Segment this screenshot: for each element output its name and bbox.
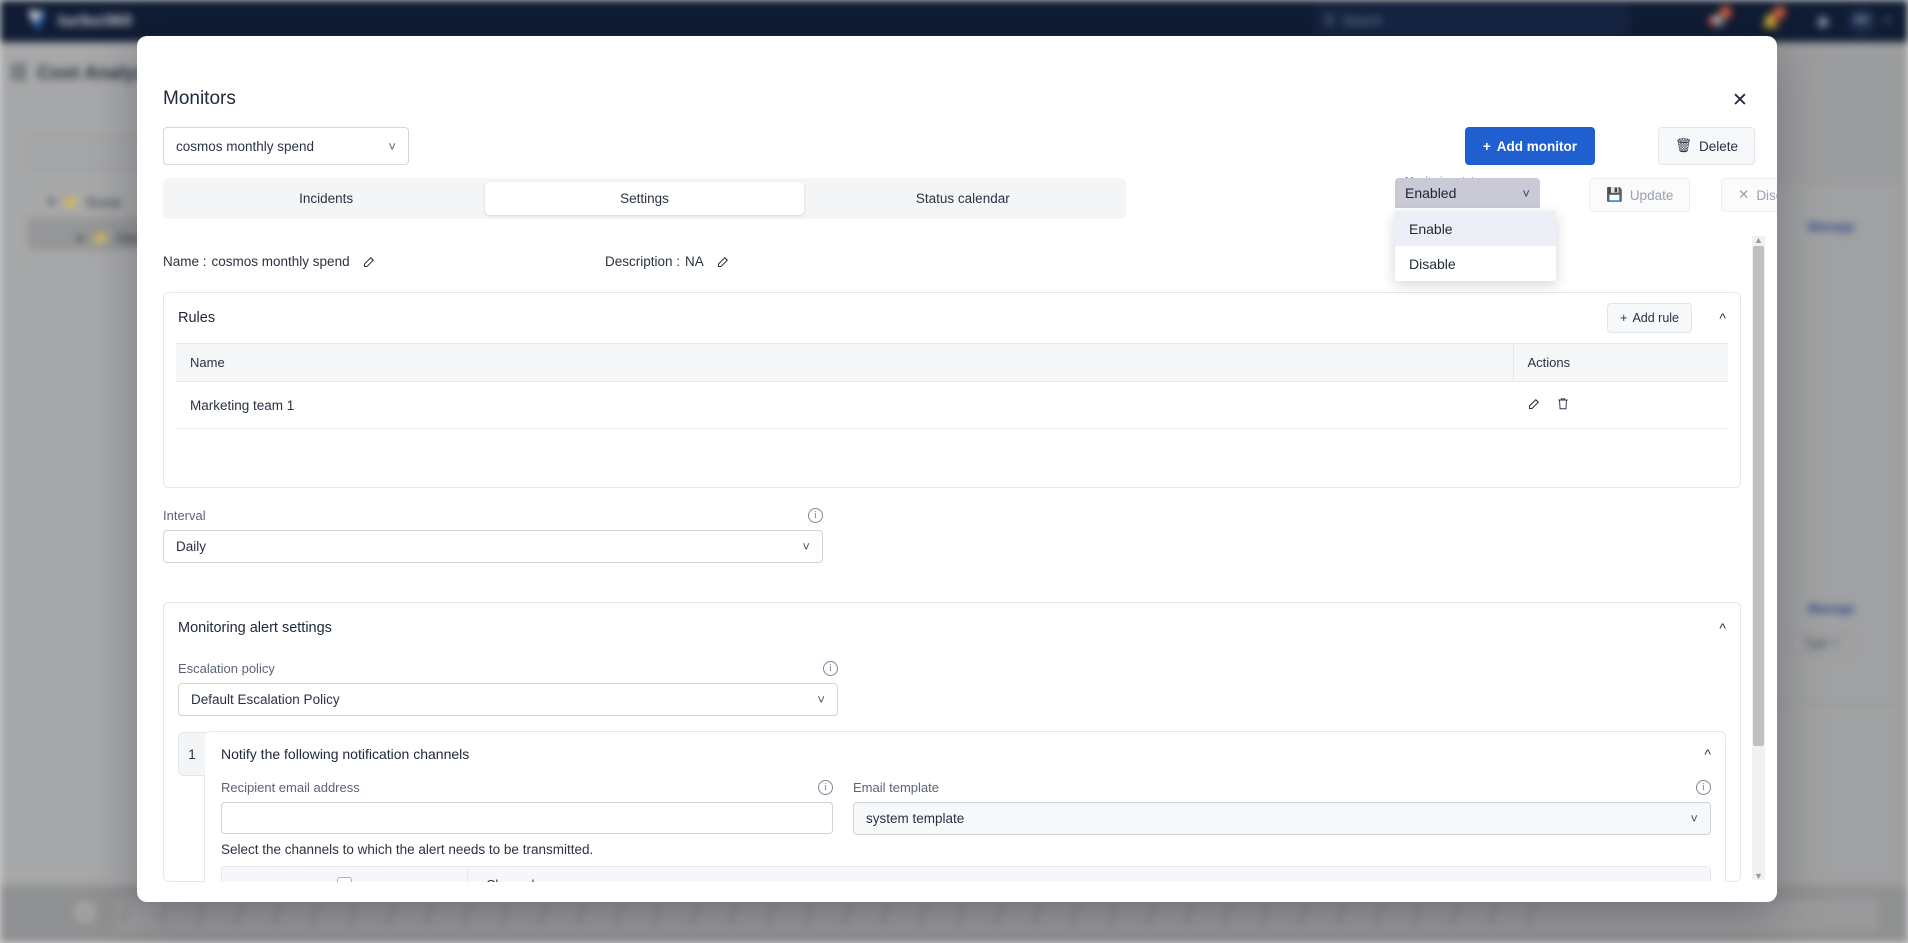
monitoring-status-menu: Enable Disable <box>1395 211 1556 281</box>
add-rule-label: Add rule <box>1632 311 1679 325</box>
update-button[interactable]: 💾 Update <box>1589 178 1691 212</box>
escalation-policy-value: Default Escalation Policy <box>191 692 340 707</box>
trash-icon: 🗑 <box>1674 138 1692 153</box>
plus-icon: + <box>1620 311 1628 325</box>
close-icon: ✕ <box>1738 187 1750 202</box>
info-icon[interactable]: i <box>1696 780 1711 795</box>
monitors-dialog: Monitors ✕ cosmos monthly spend ˅ + Add … <box>137 36 1777 902</box>
email-template-field: Email template i system template ˅ <box>853 780 1711 835</box>
monitoring-alert-settings-card: Monitoring alert settings ^ Escalation p… <box>163 602 1741 882</box>
rules-table: Name Actions Marketing team 1 <box>176 343 1728 429</box>
recipient-email-label-row: Recipient email address i <box>221 780 833 795</box>
close-icon[interactable]: ✕ <box>1727 88 1753 114</box>
step-number: 1 <box>178 732 205 776</box>
tab-bar: Incidents Settings Status calendar <box>163 178 1126 219</box>
rules-table-header: Name Actions <box>176 343 1728 382</box>
dialog-scroll-area: Name : cosmos monthly spend Description … <box>137 232 1777 882</box>
monitor-description-row: Description : NA <box>605 254 731 269</box>
escalation-policy-label: Escalation policy <box>178 661 275 676</box>
select-all-checkbox[interactable] <box>337 876 352 882</box>
collapse-alert-settings-icon[interactable]: ^ <box>1719 620 1726 636</box>
email-template-label-row: Email template i <box>853 780 1711 795</box>
add-monitor-label: Add monitor <box>1496 138 1577 154</box>
monitoring-status-value: Enabled <box>1405 185 1457 201</box>
email-template-dropdown[interactable]: system template ˅ <box>853 802 1711 835</box>
channels-hint: Select the channels to which the alert n… <box>221 842 594 857</box>
menu-item-disable[interactable]: Disable <box>1395 246 1556 281</box>
discard-button[interactable]: ✕ Discard <box>1721 178 1777 212</box>
recipient-email-field: Recipient email address i <box>221 780 833 834</box>
rule-actions-cell <box>1513 381 1728 429</box>
alert-settings-title: Monitoring alert settings <box>178 620 332 636</box>
rules-card-header: Rules + Add rule ^ <box>164 293 1740 343</box>
notification-step-card: 1 Notify the following notification chan… <box>178 731 1726 882</box>
interval-field: Interval i Daily ˅ <box>163 508 823 563</box>
select-all-cell <box>222 867 468 882</box>
interval-dropdown[interactable]: Daily ˅ <box>163 530 823 563</box>
alert-settings-header: Monitoring alert settings ^ <box>164 603 1740 653</box>
column-header-channels: Channels <box>468 877 1710 883</box>
info-icon[interactable]: i <box>823 661 838 676</box>
email-template-label: Email template <box>853 780 939 795</box>
recipient-email-label: Recipient email address <box>221 780 360 795</box>
channels-table: Channels <box>221 866 1711 882</box>
delete-monitor-button[interactable]: 🗑 Delete <box>1657 127 1755 165</box>
rule-actions <box>1527 396 1714 414</box>
dialog-scrollbar[interactable]: ▲ ▼ <box>1752 235 1765 881</box>
chevron-down-icon: ˅ <box>1522 185 1530 201</box>
scroll-up-icon[interactable]: ▲ <box>1754 235 1763 245</box>
discard-label: Discard <box>1756 187 1777 203</box>
tab-incidents[interactable]: Incidents <box>167 182 485 215</box>
add-rule-button[interactable]: + Add rule <box>1607 303 1692 333</box>
chevron-down-icon: ˅ <box>802 539 810 554</box>
edit-rule-icon[interactable] <box>1527 396 1542 414</box>
monitor-description-value: NA <box>685 254 704 269</box>
collapse-step-icon[interactable]: ^ <box>1704 746 1711 762</box>
monitor-name-value: cosmos monthly spend <box>211 254 350 269</box>
chevron-down-icon: ˅ <box>817 692 825 707</box>
delete-label: Delete <box>1698 138 1738 154</box>
edit-description-icon[interactable] <box>716 254 731 269</box>
channels-table-header: Channels <box>222 867 1710 882</box>
plus-icon: + <box>1482 138 1491 154</box>
interval-label: Interval <box>163 508 206 523</box>
chevron-down-icon: ˅ <box>388 138 396 154</box>
add-monitor-button[interactable]: + Add monitor <box>1464 127 1595 165</box>
collapse-rules-icon[interactable]: ^ <box>1719 310 1726 326</box>
rule-name-cell: Marketing team 1 <box>176 381 1513 429</box>
save-icon: 💾 <box>1606 187 1623 202</box>
menu-item-enable[interactable]: Enable <box>1395 211 1556 246</box>
rules-section-title: Rules <box>178 310 216 326</box>
info-icon[interactable]: i <box>808 508 823 523</box>
monitoring-status-dropdown[interactable]: Enabled ˅ <box>1395 178 1540 208</box>
table-row: Marketing team 1 <box>176 381 1728 429</box>
info-icon[interactable]: i <box>818 780 833 795</box>
scrollbar-thumb[interactable] <box>1753 246 1764 746</box>
column-header-name: Name <box>176 343 1513 382</box>
recipient-email-input[interactable] <box>221 802 833 834</box>
escalation-policy-field: Escalation policy i Default Escalation P… <box>178 661 838 716</box>
dialog-title: Monitors <box>163 88 236 109</box>
chevron-down-icon: ˅ <box>1690 811 1698 826</box>
escalation-policy-dropdown[interactable]: Default Escalation Policy ˅ <box>178 683 838 716</box>
monitor-name-label: Name : <box>163 254 207 269</box>
monitor-description-label: Description : <box>605 254 681 269</box>
scroll-down-icon[interactable]: ▼ <box>1754 871 1763 881</box>
step-title: Notify the following notification channe… <box>221 746 470 762</box>
escalation-policy-label-row: Escalation policy i <box>178 661 838 676</box>
monitor-selector-value: cosmos monthly spend <box>176 138 315 154</box>
interval-label-row: Interval i <box>163 508 823 523</box>
tab-status-calendar[interactable]: Status calendar <box>804 182 1122 215</box>
email-template-value: system template <box>866 811 965 826</box>
tab-settings[interactable]: Settings <box>485 182 804 215</box>
column-header-actions: Actions <box>1512 343 1728 382</box>
monitor-name-row: Name : cosmos monthly spend <box>163 254 377 269</box>
rules-card: Rules + Add rule ^ Name Actions Marketin… <box>163 292 1741 488</box>
update-label: Update <box>1629 187 1674 203</box>
monitor-selector-dropdown[interactable]: cosmos monthly spend ˅ <box>163 127 409 165</box>
edit-name-icon[interactable] <box>362 254 377 269</box>
delete-rule-icon[interactable] <box>1556 396 1570 414</box>
interval-value: Daily <box>176 539 207 554</box>
